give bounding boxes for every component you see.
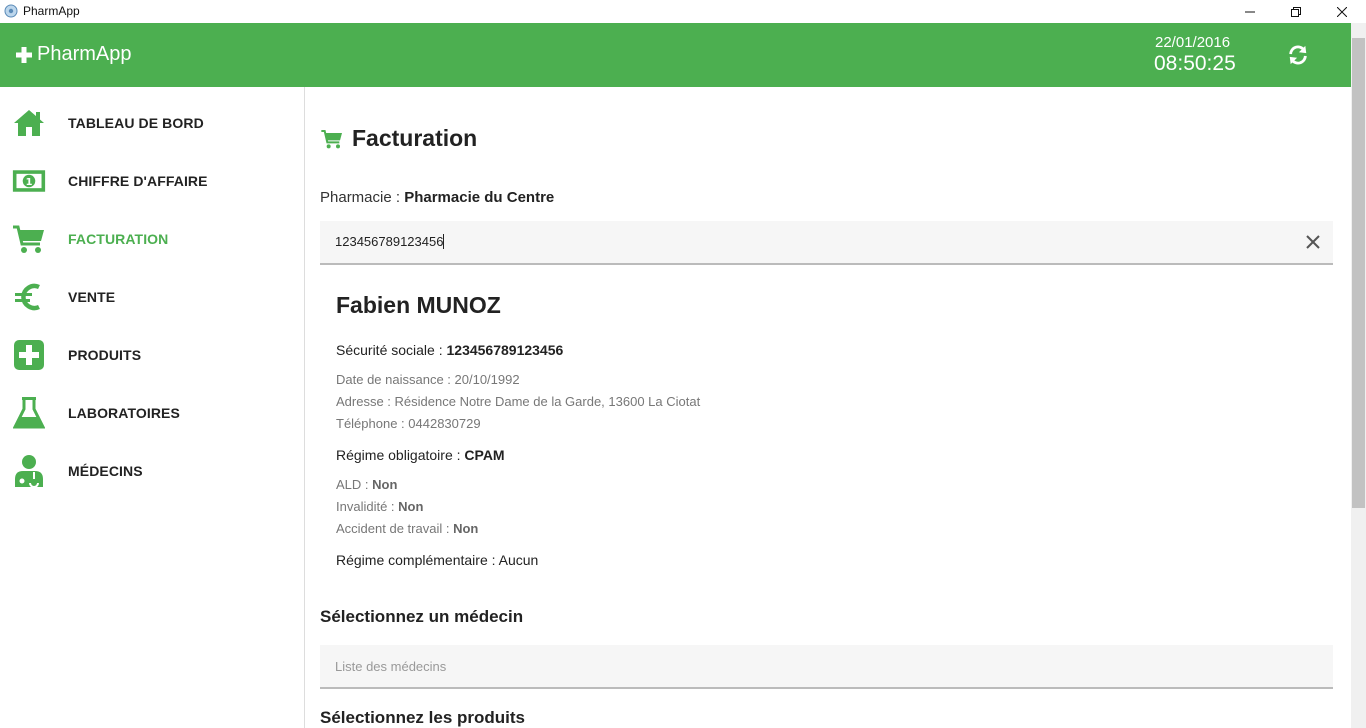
- plus-icon: [16, 46, 32, 63]
- regime-value: CPAM: [464, 447, 505, 463]
- sidebar-item-label: MÉDECINS: [68, 463, 143, 479]
- regime-label: Régime obligatoire :: [336, 447, 465, 463]
- sidebar-item-label: TABLEAU DE BORD: [68, 115, 204, 131]
- sidebar-item-medecins[interactable]: MÉDECINS: [0, 442, 304, 500]
- sidebar-item-label: FACTURATION: [68, 231, 169, 247]
- restore-icon: [1291, 6, 1301, 17]
- svg-text:1: 1: [26, 177, 33, 188]
- sidebar-item-label: VENTE: [68, 289, 116, 305]
- doctor-section-title: Sélectionnez un médecin: [320, 607, 524, 626]
- page-title-text: Facturation: [352, 125, 478, 151]
- work-accident-value: Non: [453, 521, 479, 536]
- address: Adresse : Résidence Notre Dame de la Gar…: [336, 394, 701, 409]
- search-input-value: 123456789123456: [335, 234, 445, 249]
- complementary-regime: Régime complémentaire : Aucun: [336, 552, 539, 568]
- sidebar-item-produits[interactable]: PRODUITS: [0, 326, 304, 384]
- home-icon: [12, 106, 46, 140]
- close-icon: [1337, 6, 1347, 17]
- doctor-select-placeholder: Liste des médecins: [335, 659, 447, 674]
- sidebar-item-facturation[interactable]: FACTURATION: [0, 210, 304, 268]
- plus-square-icon: [12, 338, 46, 372]
- invalidity-line: Invalidité : Non: [336, 499, 424, 514]
- scrollbar-thumb[interactable]: [1352, 38, 1365, 508]
- sidebar-item-label: PRODUITS: [68, 347, 142, 363]
- close-button[interactable]: [1319, 0, 1365, 23]
- window-titlebar: PharmApp: [0, 0, 1366, 23]
- sidebar-item-tableau-de-bord[interactable]: TABLEAU DE BORD: [0, 94, 304, 152]
- mandatory-regime: Régime obligatoire : CPAM: [336, 447, 505, 463]
- ald-value: Non: [372, 477, 398, 492]
- sidebar-item-label: CHIFFRE D'AFFAIRE: [68, 173, 208, 189]
- money-icon: 1: [12, 164, 46, 198]
- pharmacy-label: Pharmacie :: [320, 189, 405, 206]
- cart-icon: [321, 129, 342, 148]
- restore-button[interactable]: [1273, 0, 1319, 23]
- work-accident-line: Accident de travail : Non: [336, 521, 479, 536]
- brand[interactable]: PharmApp: [15, 43, 132, 66]
- patient-search-input[interactable]: 123456789123456: [320, 221, 1333, 265]
- pharmacy-line: Pharmacie : Pharmacie du Centre: [320, 189, 554, 206]
- phone: Téléphone : 0442830729: [336, 416, 481, 431]
- flask-icon: [12, 396, 46, 430]
- ald-line: ALD : Non: [336, 477, 398, 492]
- app-header: PharmApp 22/01/2016 08:50:25: [0, 23, 1351, 87]
- birth-date: Date de naissance : 20/10/1992: [336, 372, 520, 387]
- clear-icon[interactable]: [1305, 234, 1321, 250]
- sidebar-item-label: LABORATOIRES: [68, 405, 180, 421]
- sidebar-item-chiffre-affaire[interactable]: 1 CHIFFRE D'AFFAIRE: [0, 152, 304, 210]
- refresh-icon[interactable]: [1287, 44, 1309, 66]
- patient-name: Fabien MUNOZ: [336, 292, 501, 318]
- app-logo-icon: [4, 4, 18, 18]
- pharmacy-name: Pharmacie du Centre: [404, 189, 555, 206]
- ss-label: Sécurité sociale :: [336, 342, 447, 358]
- sidebar-item-laboratoires[interactable]: LABORATOIRES: [0, 384, 304, 442]
- invalidity-value: Non: [398, 499, 424, 514]
- brand-name: PharmApp: [37, 43, 132, 65]
- header-date: 22/01/2016: [1155, 34, 1231, 51]
- sidebar-item-vente[interactable]: VENTE: [0, 268, 304, 326]
- sidebar: TABLEAU DE BORD 1 CHIFFRE D'AFFAIRE FACT…: [0, 87, 305, 728]
- euro-icon: [12, 280, 46, 314]
- minimize-button[interactable]: [1227, 0, 1273, 23]
- minimize-icon: [1245, 11, 1255, 12]
- social-security-line: Sécurité sociale : 123456789123456: [336, 342, 563, 358]
- main-content: Facturation Pharmacie : Pharmacie du Cen…: [305, 87, 1351, 728]
- doctor-icon: [12, 454, 46, 488]
- doctor-select[interactable]: Liste des médecins: [320, 645, 1333, 689]
- header-time: 08:50:25: [1154, 52, 1236, 75]
- ss-value: 123456789123456: [446, 342, 564, 358]
- cart-icon: [12, 222, 46, 256]
- window-title: PharmApp: [23, 4, 80, 18]
- page-title: Facturation: [320, 125, 477, 152]
- products-section-title: Sélectionnez les produits: [320, 708, 525, 727]
